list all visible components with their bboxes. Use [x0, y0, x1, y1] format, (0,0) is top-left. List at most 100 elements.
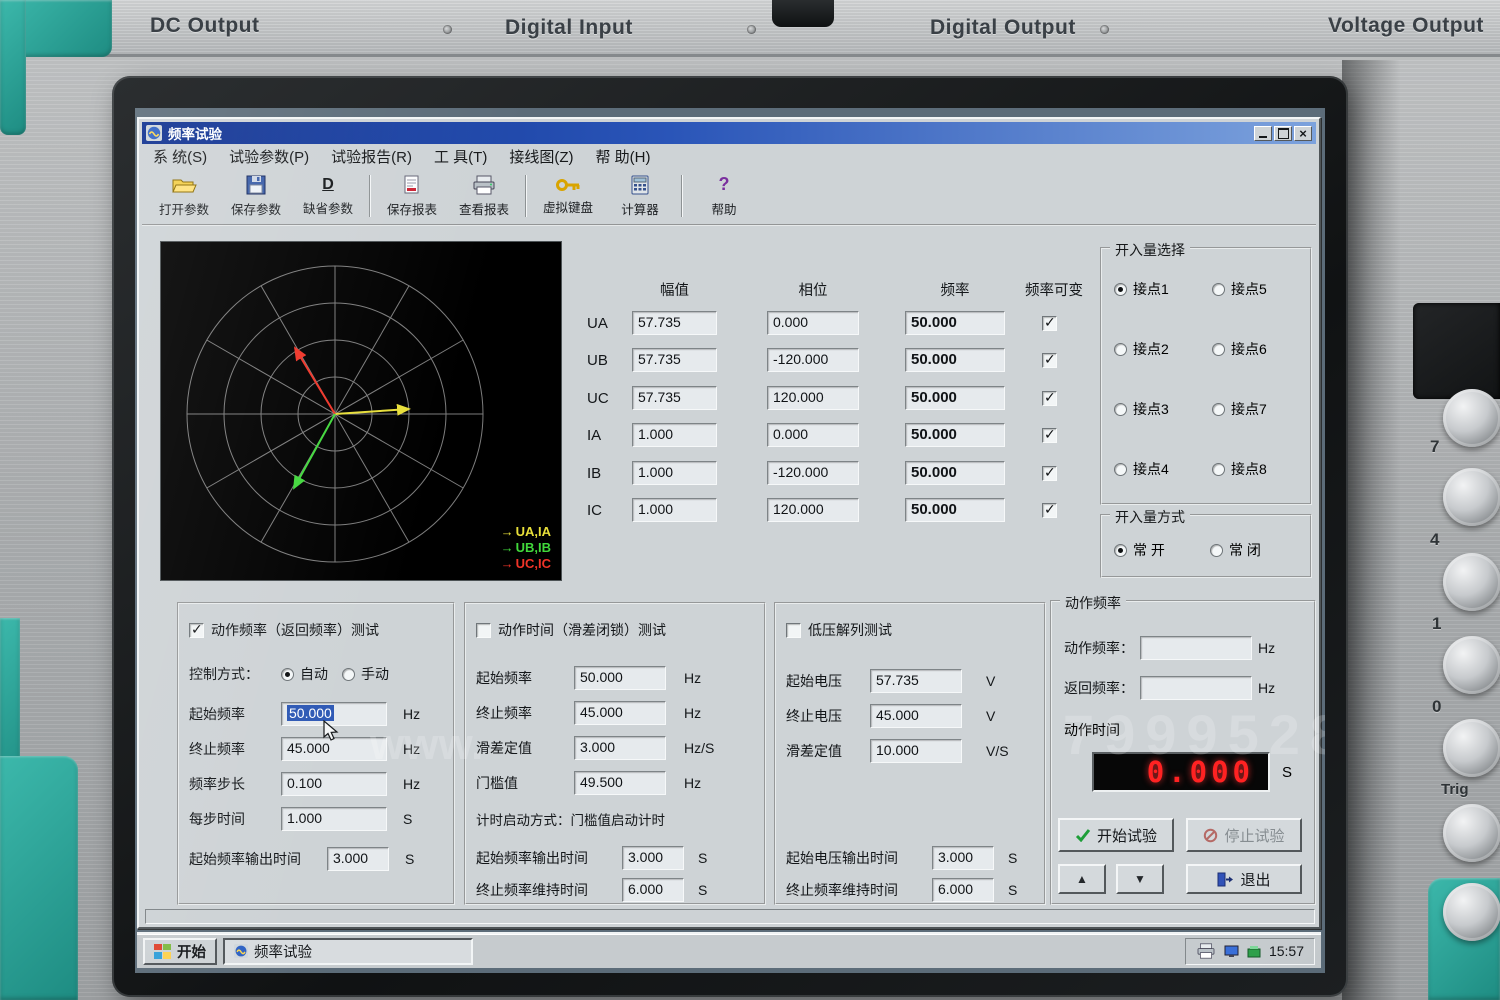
task-button-frequency-test[interactable]: 频率试验: [223, 938, 473, 965]
slip-setting-field[interactable]: 10.000: [870, 739, 962, 763]
stop-test-button[interactable]: 停止试验: [1186, 818, 1302, 852]
radio-icon: [1212, 283, 1225, 296]
tray-printer-icon[interactable]: [1196, 943, 1216, 959]
frequency-field[interactable]: 50.000: [905, 386, 1005, 410]
freq-var-checkbox[interactable]: [1042, 316, 1057, 331]
down-arrow-button[interactable]: [1116, 864, 1164, 894]
phase-field[interactable]: 120.000: [767, 498, 859, 522]
amplitude-field[interactable]: 1.000: [632, 423, 717, 447]
radio-auto[interactable]: 自动: [281, 664, 328, 684]
start-voltage-field[interactable]: 57.735: [870, 669, 962, 693]
end-frequency-field[interactable]: 45.000: [574, 701, 666, 725]
device-photo: DC Output Digital Input Digital Output V…: [0, 0, 1500, 1000]
amplitude-field[interactable]: 57.735: [632, 348, 717, 372]
radio-contact-2[interactable]: 接点2: [1114, 339, 1169, 359]
display-unit: S: [1282, 764, 1292, 781]
amplitude-field[interactable]: 57.735: [632, 386, 717, 410]
calculator-button[interactable]: 计算器: [604, 171, 676, 221]
minimize-button[interactable]: [1254, 126, 1272, 141]
radio-contact-5[interactable]: 接点5: [1212, 279, 1267, 299]
radio-contact-1[interactable]: 接点1: [1114, 279, 1169, 299]
menu-system[interactable]: 系 统(S): [142, 144, 218, 169]
start-frequency-field[interactable]: 50.000: [281, 702, 387, 726]
time-test-checkbox[interactable]: 动作时间（滑差闭锁）测试: [476, 620, 666, 640]
group-title: 开入量方式: [1110, 507, 1190, 527]
phase-field[interactable]: 120.000: [767, 386, 859, 410]
radio-normally-open[interactable]: 常 开: [1114, 540, 1165, 560]
radio-contact-7[interactable]: 接点7: [1212, 399, 1267, 419]
close-button[interactable]: [1294, 126, 1312, 141]
step-time-field[interactable]: 1.000: [281, 807, 387, 831]
menu-test-params[interactable]: 试验参数(P): [218, 144, 320, 169]
phase-field[interactable]: 0.000: [767, 423, 859, 447]
action-frequency-field[interactable]: [1140, 636, 1252, 660]
save-params-button[interactable]: 保存参数: [220, 171, 292, 221]
start-output-time-field[interactable]: 3.000: [932, 846, 994, 870]
phase-field[interactable]: -120.000: [767, 348, 859, 372]
up-arrow-button[interactable]: [1058, 864, 1106, 894]
amplitude-field[interactable]: 1.000: [632, 498, 717, 522]
volt-test-checkbox[interactable]: 低压解列测试: [786, 620, 892, 640]
frequency-field[interactable]: 50.000: [905, 423, 1005, 447]
end-hold-time-field[interactable]: 6.000: [932, 878, 994, 902]
menu-help[interactable]: 帮 助(H): [584, 144, 661, 169]
radio-normally-closed[interactable]: 常 闭: [1210, 540, 1261, 560]
phasor-vectors: [294, 348, 409, 488]
printer-icon: [472, 175, 496, 195]
question-mark-icon: ?: [719, 174, 730, 195]
menu-tools[interactable]: 工 具(T): [423, 144, 498, 169]
radio-contact-3[interactable]: 接点3: [1114, 399, 1169, 419]
phase-field[interactable]: 0.000: [767, 311, 859, 335]
radio-contact-8[interactable]: 接点8: [1212, 459, 1267, 479]
start-output-time-field[interactable]: 3.000: [327, 847, 389, 871]
knob-4: [1443, 636, 1500, 694]
default-params-button[interactable]: D 缺省参数: [292, 171, 364, 221]
signal-name: UA: [587, 315, 632, 332]
open-params-button[interactable]: 打开参数: [148, 171, 220, 221]
radio-manual[interactable]: 手动: [342, 664, 389, 684]
phase-field[interactable]: -120.000: [767, 461, 859, 485]
freq-var-checkbox[interactable]: [1042, 466, 1057, 481]
default-d-icon: D: [322, 176, 334, 194]
radio-contact-4[interactable]: 接点4: [1114, 459, 1169, 479]
start-output-time-field[interactable]: 3.000: [622, 846, 684, 870]
frequency-field[interactable]: 50.000: [905, 348, 1005, 372]
help-button[interactable]: ? 帮助: [688, 171, 760, 221]
frequency-step-field[interactable]: 0.100: [281, 772, 387, 796]
radio-contact-6[interactable]: 接点6: [1212, 339, 1267, 359]
threshold-field[interactable]: 49.500: [574, 771, 666, 795]
radio-icon: [281, 668, 294, 681]
freq-var-checkbox[interactable]: [1042, 503, 1057, 518]
table-row-ia: IA 1.000 0.000 50.000: [587, 422, 1057, 448]
view-report-button[interactable]: 查看报表: [448, 171, 520, 221]
menu-test-report[interactable]: 试验报告(R): [320, 144, 423, 169]
end-frequency-field[interactable]: 45.000: [281, 737, 387, 761]
frequency-field[interactable]: 50.000: [905, 498, 1005, 522]
freq-var-checkbox[interactable]: [1042, 428, 1057, 443]
maximize-button[interactable]: [1274, 126, 1292, 141]
freq-var-checkbox[interactable]: [1042, 353, 1057, 368]
end-voltage-field[interactable]: 45.000: [870, 704, 962, 728]
field-row: 起始频率输出时间3.000S: [476, 846, 707, 870]
frequency-field[interactable]: 50.000: [905, 461, 1005, 485]
start-test-button[interactable]: 开始试验: [1058, 818, 1174, 852]
green-check-icon: [1075, 828, 1091, 842]
amplitude-field[interactable]: 1.000: [632, 461, 717, 485]
return-frequency-field[interactable]: [1140, 676, 1252, 700]
slip-setting-field[interactable]: 3.000: [574, 736, 666, 760]
field-row: 频率步长0.100Hz: [189, 772, 420, 796]
amplitude-field[interactable]: 57.735: [632, 311, 717, 335]
tray-icon-1[interactable]: [1224, 945, 1239, 958]
start-frequency-field[interactable]: 50.000: [574, 666, 666, 690]
freq-test-checkbox[interactable]: 动作频率（返回频率）测试: [189, 620, 379, 640]
exit-button[interactable]: 退出: [1186, 864, 1302, 894]
virtual-keyboard-button[interactable]: 虚拟键盘: [532, 171, 604, 221]
freq-var-checkbox[interactable]: [1042, 391, 1057, 406]
screen: 频率试验 系 统(S) 试验参数(P) 试验报告(R) 工 具(T) 接线图(Z…: [135, 108, 1325, 973]
start-button[interactable]: 开始: [143, 938, 217, 965]
end-hold-time-field[interactable]: 6.000: [622, 878, 684, 902]
frequency-field[interactable]: 50.000: [905, 311, 1005, 335]
menu-wiring-diagram[interactable]: 接线图(Z): [498, 144, 584, 169]
tray-icon-2[interactable]: [1247, 945, 1261, 958]
save-report-button[interactable]: 保存报表: [376, 171, 448, 221]
